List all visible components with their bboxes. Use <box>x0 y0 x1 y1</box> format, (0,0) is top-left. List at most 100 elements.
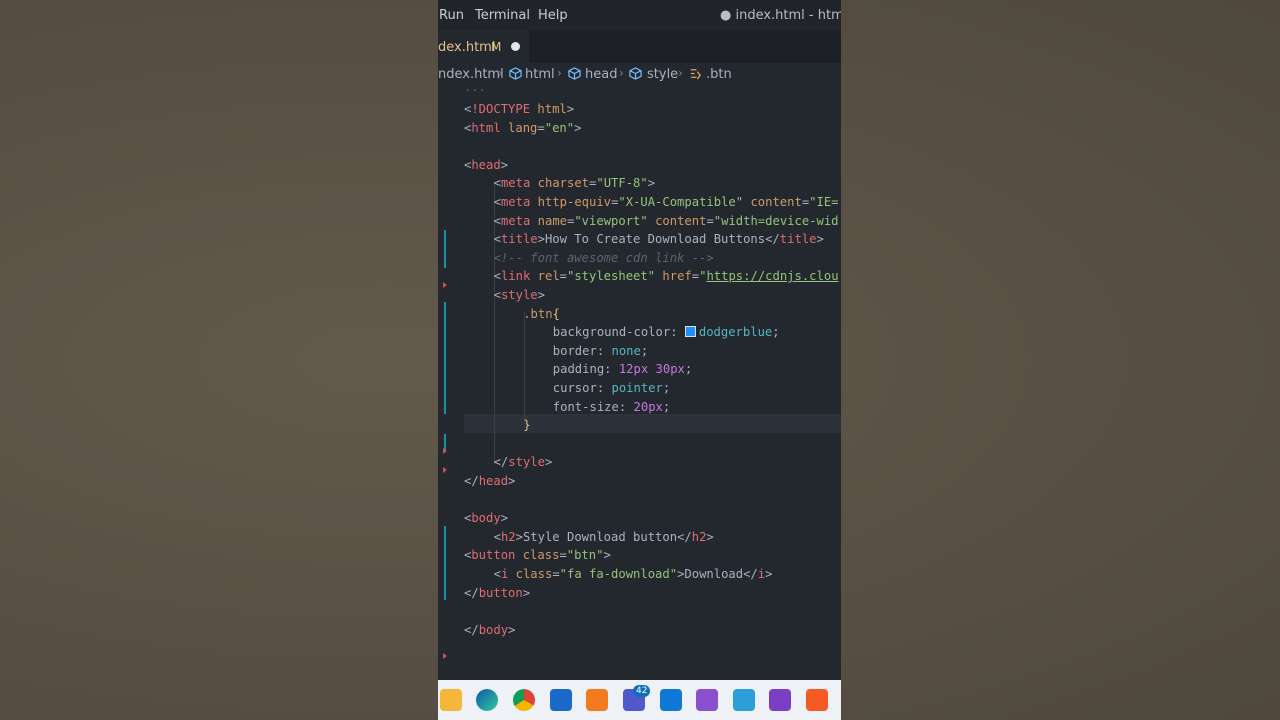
code-line[interactable]: border: none; <box>553 342 648 360</box>
code-line[interactable]: cursor: pointer; <box>553 379 670 397</box>
color-swatch-icon[interactable] <box>684 326 696 338</box>
chevron-right-icon: › <box>678 66 683 80</box>
code-token: < <box>493 232 501 247</box>
code-line[interactable]: <body> <box>464 509 508 527</box>
code-line[interactable]: <title>How To Create Download Buttons</t… <box>494 230 824 248</box>
code-token: meta <box>500 176 531 191</box>
menu-terminal[interactable]: Terminal <box>475 8 530 23</box>
modified-indicator: M <box>491 40 502 54</box>
menu-run[interactable]: Run <box>439 8 464 23</box>
code-token: 12px <box>618 362 649 377</box>
code-token: class <box>522 548 560 563</box>
gutter-change-marker[interactable] <box>444 302 446 414</box>
code-token: class <box>515 567 553 581</box>
code-token: > <box>765 567 773 581</box>
code-token: < <box>493 269 501 284</box>
code-line[interactable]: font-size: 20px; <box>553 398 670 416</box>
code-token: > <box>603 548 611 563</box>
code-line[interactable]: .btn{ <box>523 305 560 323</box>
visual-studio-icon[interactable] <box>696 689 718 711</box>
code-token: head <box>471 157 501 172</box>
code-token: > <box>508 474 516 488</box>
code-token: > <box>574 120 582 135</box>
code-line[interactable]: <meta name="viewport" content="width=dev… <box>494 212 839 230</box>
unsaved-dot-icon[interactable] <box>511 42 520 51</box>
code-token: > <box>706 529 714 544</box>
gutter-deletion-marker[interactable] <box>443 282 447 288</box>
code-token: = <box>706 213 714 228</box>
code-token: < <box>493 529 501 544</box>
tab-label: dex.html <box>438 40 496 55</box>
tools-icon[interactable] <box>733 689 755 711</box>
code-line[interactable]: <!DOCTYPE html> <box>464 100 574 118</box>
code-token: < <box>493 176 501 191</box>
code-token: background-color: <box>552 325 685 340</box>
code-line[interactable]: <!-- font awesome cdn link --> <box>494 249 714 267</box>
code-token: rel <box>537 269 560 284</box>
edge-browser-icon[interactable] <box>476 689 498 711</box>
code-token: content <box>750 195 802 209</box>
code-token: >Style Download button</ <box>515 529 692 544</box>
chevron-right-icon: › <box>498 66 503 80</box>
gutter-deletion-marker[interactable] <box>443 467 447 473</box>
chrome-icon[interactable] <box>513 689 535 711</box>
code-token: font-size: <box>552 399 634 414</box>
code-line[interactable]: <meta http-equiv="X-UA-Compatible" conte… <box>494 193 839 211</box>
breadcrumb-style[interactable]: style <box>647 67 678 82</box>
code-line[interactable]: <button class="btn"> <box>464 546 611 564</box>
xampp-icon[interactable] <box>586 689 608 711</box>
code-line[interactable]: <meta charset="UTF-8"> <box>494 174 655 192</box>
code-line[interactable]: <link rel="stylesheet" href="https://cdn… <box>494 267 839 285</box>
code-token: > <box>500 157 509 172</box>
code-token: meta <box>500 213 531 228</box>
code-token: button <box>478 585 523 600</box>
breadcrumb-head[interactable]: head <box>585 67 617 82</box>
code-line[interactable]: background-color: dodgerblue; <box>553 323 780 341</box>
menu-help[interactable]: Help <box>538 8 568 23</box>
code-token: 20px <box>633 399 663 414</box>
code-line[interactable]: <head> <box>464 156 508 174</box>
code-token: </ <box>464 474 479 488</box>
code-line[interactable]: } <box>523 416 530 434</box>
gutter-change-marker[interactable] <box>444 526 446 600</box>
code-token: > <box>537 288 545 302</box>
code-line[interactable]: <i class="fa fa-download">Download</i> <box>494 565 773 583</box>
code-token: name <box>537 213 567 228</box>
code-line[interactable]: </style> <box>494 453 553 471</box>
tab-index-html[interactable]: dex.html M <box>438 30 529 63</box>
code-token: >Download</ <box>677 567 758 581</box>
code-token: "width=device-wid <box>713 213 839 228</box>
gutter-deletion-marker[interactable] <box>443 653 447 659</box>
brave-icon[interactable] <box>806 689 828 711</box>
visual-studio-2-icon[interactable] <box>769 689 791 711</box>
code-token: meta <box>500 195 531 209</box>
code-line[interactable]: </head> <box>464 472 515 490</box>
code-line[interactable]: <style> <box>494 286 545 304</box>
file-explorer-icon[interactable] <box>440 689 462 711</box>
code-token: body <box>471 511 501 526</box>
chevron-right-icon: › <box>619 66 624 80</box>
breadcrumb-html[interactable]: html <box>525 67 555 82</box>
code-token: < <box>493 213 501 228</box>
element-cube-icon <box>509 67 522 80</box>
code-token: ; <box>772 325 780 340</box>
code-token: style <box>508 455 545 470</box>
code-editor[interactable]: <!DOCTYPE html> <html lang="en"> <head> <me… <box>438 90 841 660</box>
code-line[interactable]: <html lang="en"> <box>464 119 581 137</box>
breadcrumb-btn[interactable]: .btn <box>706 67 732 82</box>
mail-icon[interactable] <box>660 689 682 711</box>
code-token: > <box>544 455 553 470</box>
gutter-deletion-marker[interactable] <box>443 448 447 454</box>
code-line[interactable]: <h2>Style Download button</h2> <box>494 528 714 546</box>
gutter-change-marker[interactable] <box>444 230 446 268</box>
code-line[interactable]: </button> <box>464 584 530 602</box>
code-token: "fa fa-download" <box>559 567 678 581</box>
code-token: = <box>537 120 545 135</box>
code-line[interactable]: </body> <box>464 621 515 639</box>
store-icon[interactable] <box>550 689 572 711</box>
code-line[interactable]: padding: 12px 30px; <box>553 360 692 378</box>
